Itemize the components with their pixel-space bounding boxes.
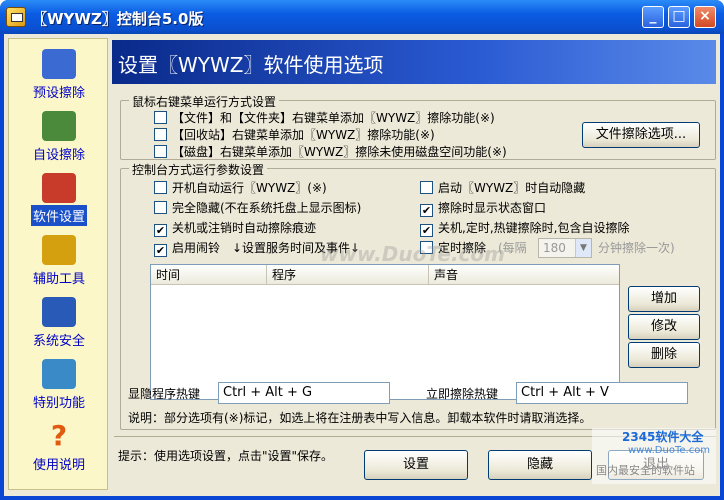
checkbox-box[interactable]: ✔ xyxy=(420,224,433,237)
checkbox-full-hide[interactable]: 完全隐藏(不在系统托盘上显示图标) xyxy=(154,200,361,216)
help-icon[interactable]: ? xyxy=(42,421,76,451)
minimize-button[interactable]: _ xyxy=(642,6,664,28)
window-title: 〖WYWZ〗控制台5.0版 xyxy=(32,10,204,28)
erase-now-hotkey-label: 立即擦除热键 xyxy=(426,387,499,401)
schedule-table[interactable]: 时间 程序 声音 xyxy=(150,264,620,400)
corner-watermark: 2345软件大全 www.DuoTe.com 国内最安全的软件站 xyxy=(592,428,716,484)
corner-tagline: 国内最安全的软件站 xyxy=(596,464,695,477)
column-header-time[interactable]: 时间 xyxy=(151,265,267,285)
checkbox-auto-hide[interactable]: 启动〖WYWZ〗时自动隐藏 xyxy=(420,180,585,196)
corner-url: www.DuoTe.com xyxy=(628,445,711,456)
system-security-icon[interactable] xyxy=(42,297,76,327)
checkbox-context-recycle[interactable]: 【回收站】右键菜单添加〖WYWZ〗擦除功能(※) xyxy=(154,127,435,143)
app-window: 〖WYWZ〗控制台5.0版 _ □ × 预设擦除自设擦除软件设置辅助工具系统安全… xyxy=(0,0,724,500)
checkbox-context-file[interactable]: 【文件】和【文件夹】右键菜单添加〖WYWZ〗擦除功能(※) xyxy=(154,110,495,126)
note-text: 说明：部分选项有(※)标记，如选上将在注册表中写入信息。卸载本软件时请取消选择。 xyxy=(128,411,592,425)
checkbox-alarm[interactable]: ✔ 启用闹铃 xyxy=(154,240,221,257)
checkbox-box[interactable]: ✔ xyxy=(420,204,433,217)
sidebar: 预设擦除 自设擦除 软件设置 辅助工具 系统安全 特别功能? 使用说明 xyxy=(8,38,108,490)
group-title: 鼠标右键菜单运行方式设置 xyxy=(129,93,280,110)
sidebar-item-aux-tools[interactable]: 辅助工具 xyxy=(9,231,109,293)
sidebar-item-label: 软件设置 xyxy=(30,205,87,226)
page-header: 设置〖WYWZ〗软件使用选项 xyxy=(112,40,716,84)
checkbox-label: 【磁盘】右键菜单添加〖WYWZ〗擦除未使用磁盘空间功能(※) xyxy=(172,145,507,159)
timed-interval-value: 180 xyxy=(543,241,566,255)
checkbox-include-custom[interactable]: ✔ 关机,定时,热键擦除时,包含自设擦除 xyxy=(420,220,630,237)
group-title: 控制台方式运行参数设置 xyxy=(129,161,268,178)
sidebar-item-label: 预设擦除 xyxy=(32,86,85,101)
sidebar-item-label: 特别功能 xyxy=(32,396,85,411)
preset-erase-icon[interactable] xyxy=(42,49,76,79)
footer-hint: 提示：使用选项设置，点击"设置"保存。 xyxy=(118,449,334,463)
sidebar-item-special-functions[interactable]: 特别功能 xyxy=(9,355,109,417)
checkbox-box[interactable] xyxy=(154,111,167,124)
show-hide-hotkey-label: 显隐程序热键 xyxy=(128,387,201,401)
sidebar-item-custom-erase[interactable]: 自设擦除 xyxy=(9,107,109,169)
edit-schedule-button[interactable]: 修改 xyxy=(628,314,700,340)
app-icon xyxy=(6,7,26,27)
timed-interval-suffix: 分钟擦除一次) xyxy=(598,241,675,255)
checkbox-box[interactable] xyxy=(154,145,167,158)
checkbox-erase-on-shutdown[interactable]: ✔ 关机或注销时自动擦除痕迹 xyxy=(154,220,317,237)
add-schedule-button[interactable]: 增加 xyxy=(628,286,700,312)
page-title: 设置〖WYWZ〗软件使用选项 xyxy=(118,53,384,77)
checkbox-context-disk[interactable]: 【磁盘】右键菜单添加〖WYWZ〗擦除未使用磁盘空间功能(※) xyxy=(154,144,507,160)
title-bar[interactable]: 〖WYWZ〗控制台5.0版 _ □ × xyxy=(0,0,724,34)
custom-erase-icon[interactable] xyxy=(42,111,76,141)
center-watermark: www.DuoTe.com xyxy=(320,242,505,266)
column-header-program[interactable]: 程序 xyxy=(267,265,429,285)
sidebar-item-system-security[interactable]: 系统安全 xyxy=(9,293,109,355)
checkbox-label: 擦除时显示状态窗口 xyxy=(438,201,547,215)
chevron-down-icon[interactable]: ▼ xyxy=(575,239,591,257)
sidebar-item-software-settings[interactable]: 软件设置 xyxy=(9,169,109,231)
checkbox-label: 启用闹铃 xyxy=(172,241,221,255)
special-functions-icon[interactable] xyxy=(42,359,76,389)
sidebar-item-label: 自设擦除 xyxy=(32,148,85,163)
settings-button[interactable]: 设置 xyxy=(364,450,468,480)
sidebar-item-label: 使用说明 xyxy=(32,458,85,473)
checkbox-label: 【回收站】右键菜单添加〖WYWZ〗擦除功能(※) xyxy=(172,128,435,142)
checkbox-box[interactable]: ✔ xyxy=(154,224,167,237)
erase-now-hotkey-input[interactable]: Ctrl + Alt + V xyxy=(516,382,688,404)
checkbox-label: 开机自动运行〖WYWZ〗(※) xyxy=(172,181,327,195)
checkbox-box[interactable] xyxy=(420,181,433,194)
sidebar-item-preset-erase[interactable]: 预设擦除 xyxy=(9,45,109,107)
checkbox-label: 关机或注销时自动擦除痕迹 xyxy=(172,221,317,235)
maximize-button[interactable]: □ xyxy=(668,6,690,28)
aux-tools-icon[interactable] xyxy=(42,235,76,265)
column-header-sound[interactable]: 声音 xyxy=(429,265,619,285)
sidebar-item-label: 系统安全 xyxy=(32,334,85,349)
file-erase-options-button[interactable]: 文件擦除选项... xyxy=(582,122,700,148)
timed-interval-select[interactable]: 180 ▼ xyxy=(538,238,592,258)
checkbox-label: 关机,定时,热键擦除时,包含自设擦除 xyxy=(438,221,630,235)
sidebar-item-label: 辅助工具 xyxy=(32,272,85,287)
checkbox-autostart[interactable]: 开机自动运行〖WYWZ〗(※) xyxy=(154,180,327,196)
checkbox-label: 启动〖WYWZ〗时自动隐藏 xyxy=(438,181,586,195)
hide-button[interactable]: 隐藏 xyxy=(488,450,592,480)
checkbox-status-window[interactable]: ✔ 擦除时显示状态窗口 xyxy=(420,200,547,217)
checkbox-box[interactable] xyxy=(154,128,167,141)
checkbox-box[interactable] xyxy=(154,201,167,214)
corner-brand: 2345软件大全 xyxy=(622,430,704,444)
client-area: 预设擦除 自设擦除 软件设置 辅助工具 系统安全 特别功能? 使用说明 设置〖WYWZ〗软件… xyxy=(4,34,720,496)
close-button[interactable]: × xyxy=(694,6,716,28)
checkbox-label: 【文件】和【文件夹】右键菜单添加〖WYWZ〗擦除功能(※) xyxy=(172,111,495,125)
software-settings-icon[interactable] xyxy=(42,173,76,203)
checkbox-label: 完全隐藏(不在系统托盘上显示图标) xyxy=(172,201,362,215)
checkbox-box[interactable]: ✔ xyxy=(154,244,167,257)
checkbox-box[interactable] xyxy=(154,181,167,194)
show-hide-hotkey-input[interactable]: Ctrl + Alt + G xyxy=(218,382,390,404)
sidebar-item-help[interactable]: ? 使用说明 xyxy=(9,417,109,479)
delete-schedule-button[interactable]: 删除 xyxy=(628,342,700,368)
